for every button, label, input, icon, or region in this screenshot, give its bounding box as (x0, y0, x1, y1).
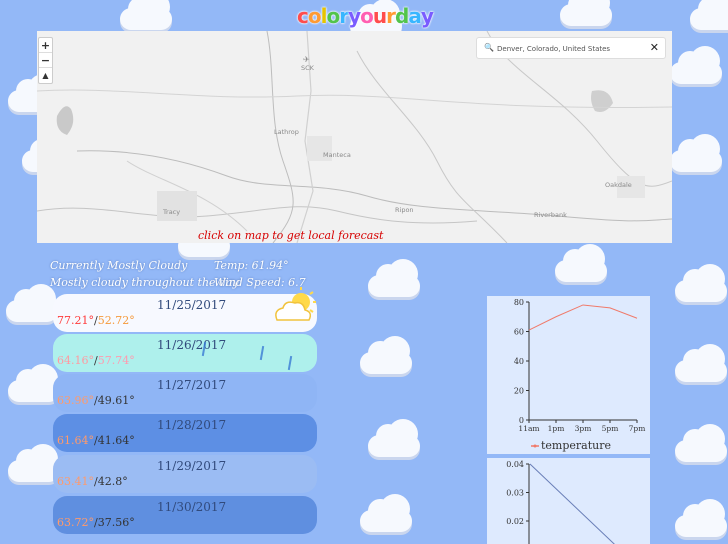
logo-letter: u (372, 4, 387, 28)
map-place-label: Oakdale (605, 181, 632, 189)
y-tick-label: 0.02 (506, 517, 524, 526)
high-temp: 63.96° (57, 394, 94, 407)
compass-button[interactable]: ▲ (39, 68, 52, 83)
map-search-box: 🔍 ✕ (476, 37, 666, 59)
temperature-chart: 0 20 40 60 80 11am 1pm 3pm 5pm 7pm temperature (487, 296, 650, 454)
logo-letter: o (360, 4, 374, 28)
search-icon: 🔍 (484, 43, 494, 52)
x-tick-label: 5pm (602, 424, 619, 433)
map-place-label: Manteca (323, 151, 351, 159)
forecast-date: 11/30/2017 (157, 500, 227, 514)
zoom-out-button[interactable]: − (39, 53, 52, 68)
map-base-layer (37, 31, 672, 243)
precipitation-line (529, 463, 615, 544)
x-tick-label: 1pm (548, 424, 565, 433)
y-tick-label: 20 (514, 387, 524, 396)
high-temp: 63.41° (57, 475, 94, 488)
y-tick-label: 0.03 (506, 489, 524, 498)
legend-label: temperature (541, 439, 611, 452)
low-temp: 42.8° (97, 475, 128, 488)
high-temp: 61.64° (57, 434, 94, 447)
low-temp: 57.74° (97, 354, 135, 367)
precipitation-chart: 0.04 0.03 0.02 (487, 458, 650, 544)
y-tick-label: 40 (514, 357, 524, 366)
forecast-day[interactable]: 11/29/2017 63.41°/42.8° (53, 455, 317, 493)
low-temp: 37.56° (97, 516, 135, 529)
low-temp: 41.64° (97, 434, 135, 447)
zoom-in-button[interactable]: + (39, 38, 52, 53)
logo-letter: y (420, 4, 434, 28)
forecast-day[interactable]: 11/27/2017 63.96°/49.61° (53, 374, 317, 412)
forecast-day[interactable]: 11/30/2017 63.72°/37.56° (53, 496, 317, 534)
forecast-day[interactable]: 11/25/2017 77.21°/52.72° (53, 287, 317, 332)
forecast-day[interactable]: 11/28/2017 61.64°/41.64° (53, 414, 317, 452)
temperature-chart-svg: 02040608011am 1pm 3pm 5pm 7pmtemperature (514, 298, 646, 452)
map-place-label: Lathrop (274, 128, 299, 136)
high-temp: 63.72° (57, 516, 94, 529)
y-tick-label: 0.04 (506, 460, 524, 469)
current-description: Mostly cloudy throughout the day. (50, 276, 241, 289)
forecast-day[interactable]: 11/26/2017 64.16°/57.74° (53, 334, 317, 372)
map-place-label: Ripon (395, 206, 414, 214)
low-temp: 52.72° (97, 314, 135, 327)
high-temp: 77.21° (57, 314, 94, 327)
logo-letter: r (386, 4, 396, 28)
map[interactable]: SCK Lathrop Manteca Tracy Ripon Oakdale … (37, 31, 672, 243)
y-tick-label: 80 (514, 298, 524, 307)
x-tick-label: 7pm (629, 424, 646, 433)
logo-letter: d (395, 4, 409, 28)
map-hint: click on map to get local forecast (198, 229, 384, 242)
current-temperature: Temp: 61.94° (214, 259, 289, 272)
logo-letter: o (326, 4, 340, 28)
forecast-date: 11/27/2017 (157, 378, 227, 392)
high-temp: 64.16° (57, 354, 94, 367)
current-summary: Currently Mostly Cloudy (50, 259, 188, 272)
x-tick-label: 3pm (575, 424, 592, 433)
logo-letter: c (297, 4, 309, 28)
map-zoom-control: + − ▲ (38, 37, 53, 84)
precipitation-chart-svg: 0.04 0.03 0.02 (506, 460, 615, 544)
logo-letter: o (307, 4, 322, 28)
forecast-date: 11/26/2017 (157, 338, 227, 352)
map-place-label: SCK (301, 64, 314, 72)
rain-streak (259, 345, 265, 361)
location-search-input[interactable] (497, 41, 647, 56)
temperature-line (528, 304, 638, 331)
map-place-label: Riverbank (534, 211, 567, 219)
app-logo[interactable]: coloryourday (297, 4, 434, 28)
rain-streak (287, 355, 293, 371)
legend-marker (533, 444, 537, 448)
map-place-label: Tracy (163, 208, 181, 216)
low-temp: 49.61° (97, 394, 135, 407)
forecast-date: 11/29/2017 (157, 459, 227, 473)
x-tick-label: 11am (518, 424, 539, 433)
airport-icon: ✈ (303, 55, 310, 64)
forecast-date: 11/28/2017 (157, 418, 227, 432)
logo-letter: y (348, 4, 361, 28)
forecast-date: 11/25/2017 (157, 298, 227, 312)
partly-cloudy-icon (275, 287, 316, 321)
y-tick-label: 60 (514, 328, 524, 337)
logo-letter: a (408, 4, 421, 28)
logo-letter: r (339, 4, 349, 28)
close-icon[interactable]: ✕ (650, 41, 659, 54)
